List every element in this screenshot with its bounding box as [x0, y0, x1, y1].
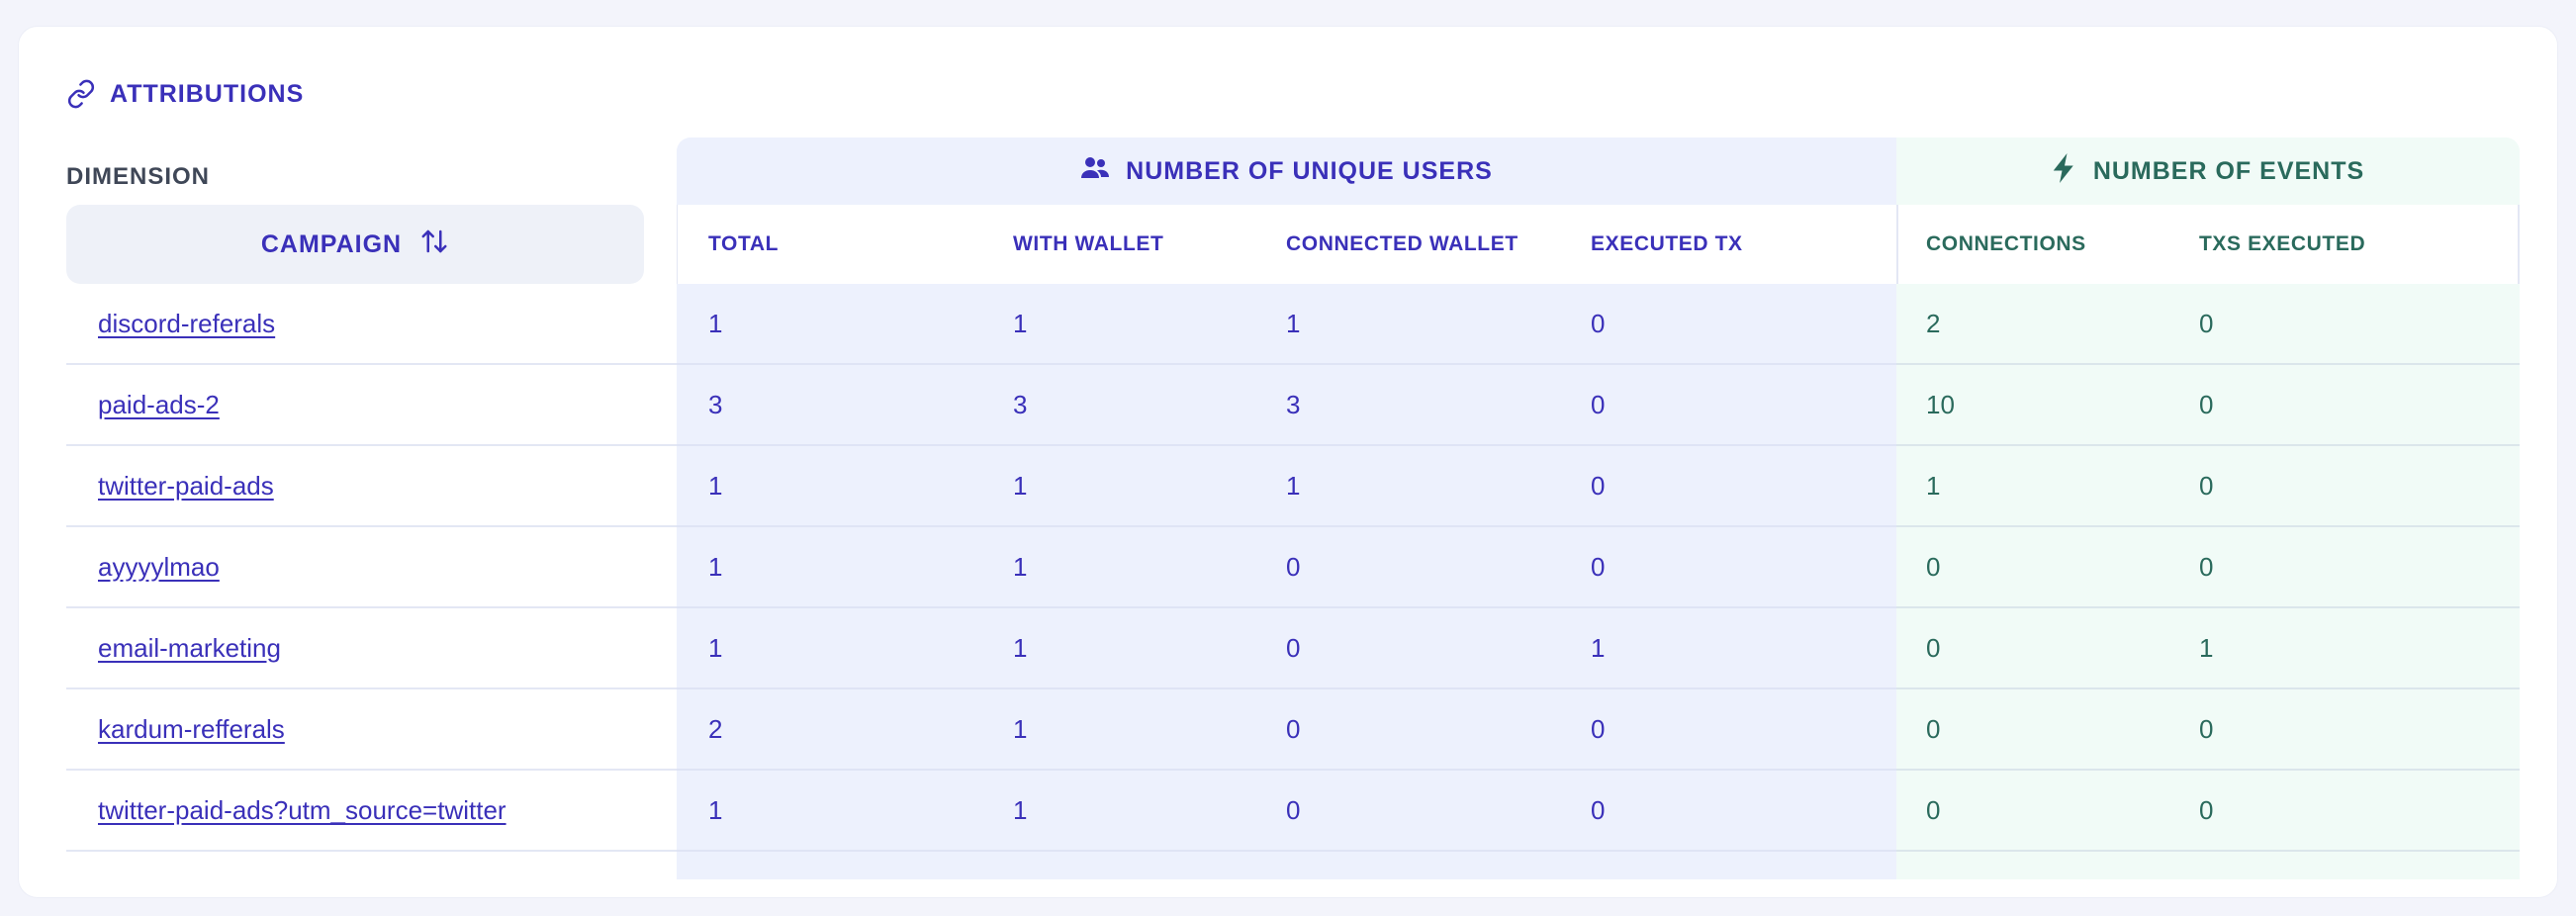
table-cell: 0: [1591, 713, 1606, 744]
table-cell: 1: [1013, 551, 1028, 582]
table-row: 1 1 0 1: [677, 608, 1896, 689]
table-cell: 10: [1926, 389, 1955, 419]
table-cell: 1: [708, 632, 723, 663]
col-connections: CONNECTIONS: [1926, 232, 2086, 255]
table-cell: 1: [708, 551, 723, 582]
table-cell: 0: [1926, 632, 1941, 663]
bolt-icon: [2052, 152, 2077, 190]
table-cell: 1: [2199, 632, 2214, 663]
card-title: ATTRIBUTIONS: [110, 79, 305, 108]
table-row: twitter-paid-ads: [66, 446, 680, 527]
table-row: 1 1 1 0: [677, 284, 1896, 365]
table-row: 20: [1896, 284, 2520, 365]
col-executed-tx: EXECUTED TX: [1591, 232, 1743, 255]
table-cell: 0: [1591, 470, 1606, 501]
table-cell: 0: [1591, 794, 1606, 825]
table-cell: 1: [708, 308, 723, 338]
table-cell: 0: [2199, 470, 2214, 501]
unique-users-header: NUMBER OF UNIQUE USERS: [677, 137, 1896, 205]
events-group: NUMBER OF EVENTS CONNECTIONS TXS EXECUTE…: [1896, 137, 2520, 879]
table-cell: 1: [1013, 794, 1028, 825]
table-row: 2 1 0 0: [677, 689, 1896, 771]
table-cell: 3: [1013, 389, 1028, 419]
unique-users-group: NUMBER OF UNIQUE USERS TOTAL WITH WALLET…: [677, 137, 1896, 879]
table-cell: 0: [1286, 632, 1301, 663]
campaign-link[interactable]: ayyyylmao: [98, 552, 220, 583]
table-cell: 1: [1591, 632, 1606, 663]
table-cell: 3: [1286, 389, 1301, 419]
table-cell: 0: [1286, 794, 1301, 825]
table-row: 3 3 3 0: [677, 365, 1896, 446]
campaign-link[interactable]: discord-referals: [98, 309, 275, 339]
sort-arrows-icon: [419, 227, 449, 263]
unique-users-label: NUMBER OF UNIQUE USERS: [1126, 156, 1493, 185]
table-cell: 0: [1926, 713, 1941, 744]
events-rows: 2 0 10 0 1 0 0 0 0 1 0 0 0 0: [1896, 284, 2520, 852]
table-cell: 1: [1926, 470, 1941, 501]
unique-users-subheader: TOTAL WITH WALLET CONNECTED WALLET EXECU…: [677, 205, 1896, 284]
campaign-link[interactable]: kardum-refferals: [98, 714, 285, 745]
campaign-sort-button[interactable]: CAMPAIGN: [66, 205, 644, 284]
events-subheader: CONNECTIONS TXS EXECUTED: [1896, 205, 2520, 284]
table-row: ayyyylmao: [66, 527, 680, 608]
table-cell: 1: [708, 470, 723, 501]
table-row: 10 0: [1896, 365, 2520, 446]
campaign-link[interactable]: twitter-paid-ads: [98, 471, 274, 502]
campaign-link[interactable]: twitter-paid-ads?utm_source=twitter: [98, 795, 506, 826]
table-cell: 0: [1591, 308, 1606, 338]
table-cell: 0: [1286, 713, 1301, 744]
table-cell: 0: [2199, 794, 2214, 825]
users-icon: [1080, 155, 1110, 188]
campaign-sort-label: CAMPAIGN: [260, 229, 403, 258]
table-cell: 1: [1013, 308, 1028, 338]
table-cell: 1: [1013, 470, 1028, 501]
table-row: 00: [1896, 771, 2520, 852]
col-txs-executed: TXS EXECUTED: [2199, 232, 2366, 255]
table-cell: 0: [2199, 713, 2214, 744]
table-row: kardum-refferals: [66, 689, 680, 771]
table-cell: 0: [1926, 551, 1941, 582]
table-row: 1 1 1 0: [677, 446, 1896, 527]
table-cell: 2: [1926, 308, 1941, 338]
dimension-label: DIMENSION: [66, 163, 211, 190]
table-row: twitter-paid-ads?utm_source=twitter: [66, 771, 680, 852]
link-icon: [66, 79, 96, 109]
table-row: 10: [1896, 446, 2520, 527]
table-row: 01: [1896, 608, 2520, 689]
table-cell: 3: [708, 389, 723, 419]
unique-users-rows: 1 1 1 0 3 3 3 0 1 1 1 0 1 1 0 0 1 1 0 1 2 1 0 0 1 1 0 0: [677, 284, 1896, 852]
card-header: ATTRIBUTIONS: [66, 74, 304, 114]
table-row: email-marketing: [66, 608, 680, 689]
col-total: TOTAL: [708, 232, 780, 255]
table-cell: 0: [2199, 308, 2214, 338]
table-row: 1 1 0 0: [677, 771, 1896, 852]
table-cell: 1: [1286, 470, 1301, 501]
table-cell: 0: [1286, 551, 1301, 582]
table-cell: 0: [1591, 551, 1606, 582]
table-row: paid-ads-2: [66, 365, 680, 446]
events-label: NUMBER OF EVENTS: [2092, 156, 2365, 185]
table-cell: 1: [1286, 308, 1301, 338]
attributions-card: ATTRIBUTIONS DIMENSION CAMPAIGN discord-…: [18, 26, 2558, 898]
dimension-rows: discord-referals paid-ads-2 twitter-paid-a…: [66, 284, 680, 852]
table-cell: 0: [2199, 551, 2214, 582]
table-cell: 1: [1013, 632, 1028, 663]
table-cell: 1: [708, 794, 723, 825]
campaign-link[interactable]: email-marketing: [98, 633, 281, 664]
table-cell: 0: [1591, 389, 1606, 419]
table-cell: 0: [2199, 389, 2214, 419]
table-row: discord-referals: [66, 284, 680, 365]
col-connected-wallet: CONNECTED WALLET: [1286, 232, 1518, 255]
table-row: 00: [1896, 527, 2520, 608]
col-with-wallet: WITH WALLET: [1013, 232, 1164, 255]
table-row: 00: [1896, 689, 2520, 771]
campaign-link[interactable]: paid-ads-2: [98, 390, 220, 420]
events-header: NUMBER OF EVENTS: [1896, 137, 2520, 205]
table-row: 1 1 0 0: [677, 527, 1896, 608]
table-cell: 2: [708, 713, 723, 744]
table-cell: 1: [1013, 713, 1028, 744]
table-cell: 0: [1926, 794, 1941, 825]
